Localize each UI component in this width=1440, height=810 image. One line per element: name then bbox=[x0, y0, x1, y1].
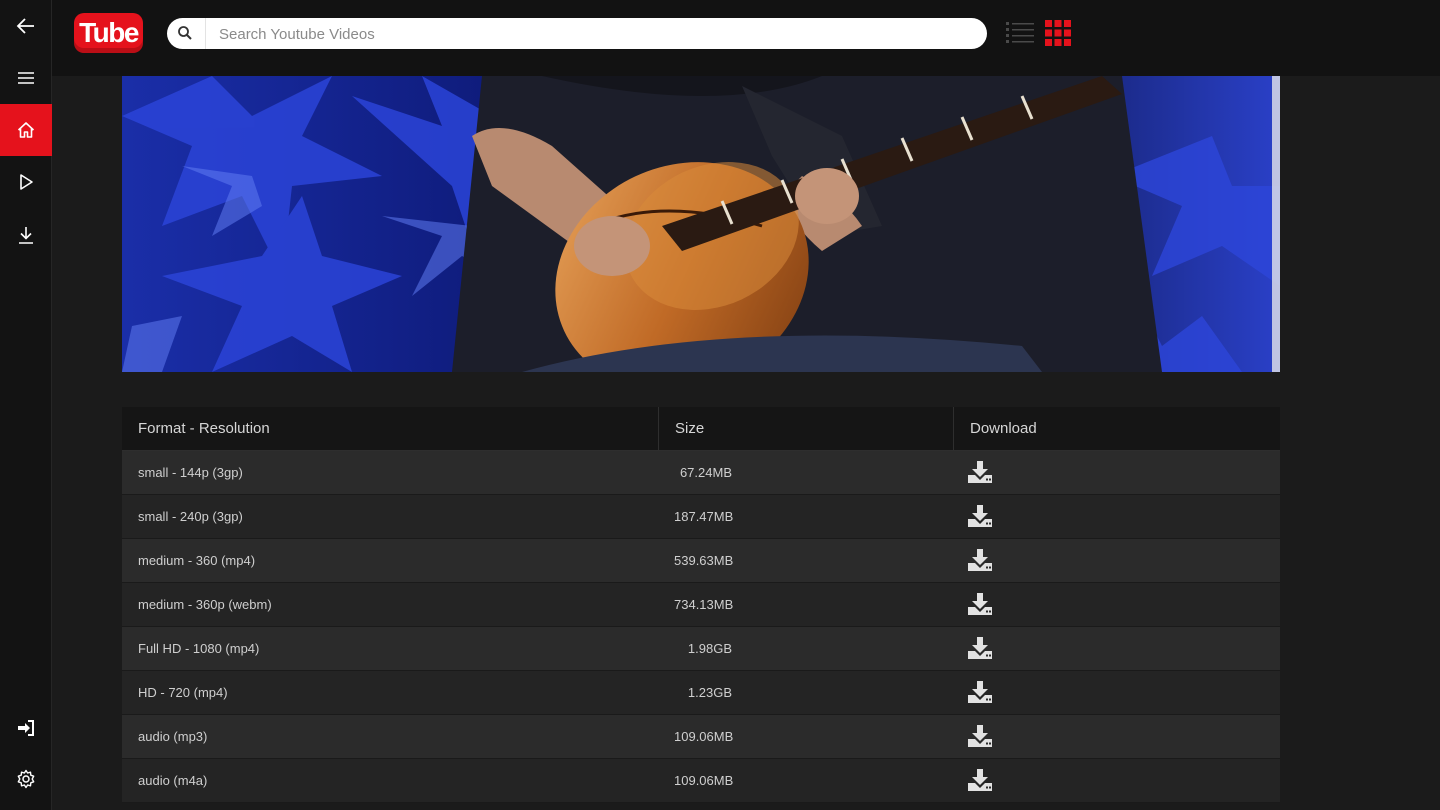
play-icon bbox=[20, 174, 33, 190]
sign-in-button[interactable] bbox=[0, 702, 52, 754]
search-divider bbox=[205, 18, 206, 49]
table-row: medium - 360p (webm) 734.13MB bbox=[122, 583, 1280, 627]
format-cell: HD - 720 (mp4) bbox=[138, 685, 228, 700]
table-row: HD - 720 (mp4) 1.23GB bbox=[122, 671, 1280, 715]
list-view-icon[interactable] bbox=[1006, 20, 1034, 46]
download-icon[interactable] bbox=[968, 637, 992, 659]
table-body: small - 144p (3gp) 67.24MB small - 240p (3… bbox=[122, 451, 1280, 803]
header-download: Download bbox=[970, 420, 1037, 437]
size-cell: 187.47MB bbox=[674, 509, 734, 524]
size-cell: 734.13MB bbox=[674, 597, 734, 612]
app-logo[interactable]: Tube bbox=[74, 13, 143, 53]
logo-text: Tube bbox=[79, 17, 139, 48]
search-bar bbox=[167, 18, 987, 51]
download-icon bbox=[19, 227, 33, 244]
size-cell: 67.24MB bbox=[679, 465, 732, 480]
menu-button[interactable] bbox=[0, 52, 52, 104]
home-icon bbox=[17, 122, 35, 138]
back-button[interactable] bbox=[0, 0, 52, 52]
format-cell: small - 144p (3gp) bbox=[138, 465, 243, 480]
download-table: Format - Resolution Size Download small … bbox=[122, 407, 1280, 803]
header-size: Size bbox=[659, 407, 954, 450]
size-cell: 1.98GB bbox=[687, 641, 732, 656]
search-input[interactable] bbox=[217, 18, 971, 51]
search-icon[interactable] bbox=[177, 25, 193, 41]
gear-icon bbox=[17, 769, 35, 789]
download-icon[interactable] bbox=[968, 593, 992, 615]
download-icon[interactable] bbox=[968, 769, 992, 791]
size-cell: 109.06MB bbox=[674, 729, 734, 744]
table-row: Full HD - 1080 (mp4) 1.98GB bbox=[122, 627, 1280, 671]
video-player[interactable] bbox=[122, 76, 1280, 372]
grid-view-icon[interactable] bbox=[1045, 20, 1071, 46]
sidebar bbox=[0, 0, 52, 810]
header-format: Format - Resolution bbox=[122, 407, 659, 450]
arrow-left-icon bbox=[16, 18, 34, 34]
table-row: audio (mp3) 109.06MB bbox=[122, 715, 1280, 759]
sidebar-item-downloads[interactable] bbox=[0, 209, 52, 261]
hamburger-menu-icon bbox=[18, 72, 34, 84]
download-icon[interactable] bbox=[968, 725, 992, 747]
table-row: small - 240p (3gp) 187.47MB bbox=[122, 495, 1280, 539]
format-cell: medium - 360 (mp4) bbox=[138, 553, 256, 568]
download-icon[interactable] bbox=[968, 461, 992, 483]
table-row: medium - 360 (mp4) 539.63MB bbox=[122, 539, 1280, 583]
video-thumbnail bbox=[122, 76, 1280, 372]
size-cell: 109.06MB bbox=[674, 773, 734, 788]
size-cell: 539.63MB bbox=[674, 553, 734, 568]
sidebar-item-home[interactable] bbox=[0, 104, 52, 156]
download-icon[interactable] bbox=[968, 549, 992, 571]
table-row: small - 144p (3gp) 67.24MB bbox=[122, 451, 1280, 495]
download-icon[interactable] bbox=[968, 505, 992, 527]
format-cell: small - 240p (3gp) bbox=[138, 509, 243, 524]
table-row: audio (m4a) 109.06MB bbox=[122, 759, 1280, 803]
download-icon[interactable] bbox=[968, 681, 992, 703]
sign-in-icon bbox=[18, 720, 34, 736]
format-cell: Full HD - 1080 (mp4) bbox=[138, 641, 260, 656]
settings-button[interactable] bbox=[0, 753, 52, 805]
format-cell: audio (mp3) bbox=[138, 729, 208, 744]
format-cell: audio (m4a) bbox=[138, 773, 208, 788]
sidebar-item-play[interactable] bbox=[0, 156, 52, 208]
top-bar: Tube bbox=[52, 0, 1440, 76]
format-cell: medium - 360p (webm) bbox=[138, 597, 272, 612]
size-cell: 1.23GB bbox=[687, 685, 732, 700]
table-header: Format - Resolution Size Download bbox=[122, 407, 1280, 451]
